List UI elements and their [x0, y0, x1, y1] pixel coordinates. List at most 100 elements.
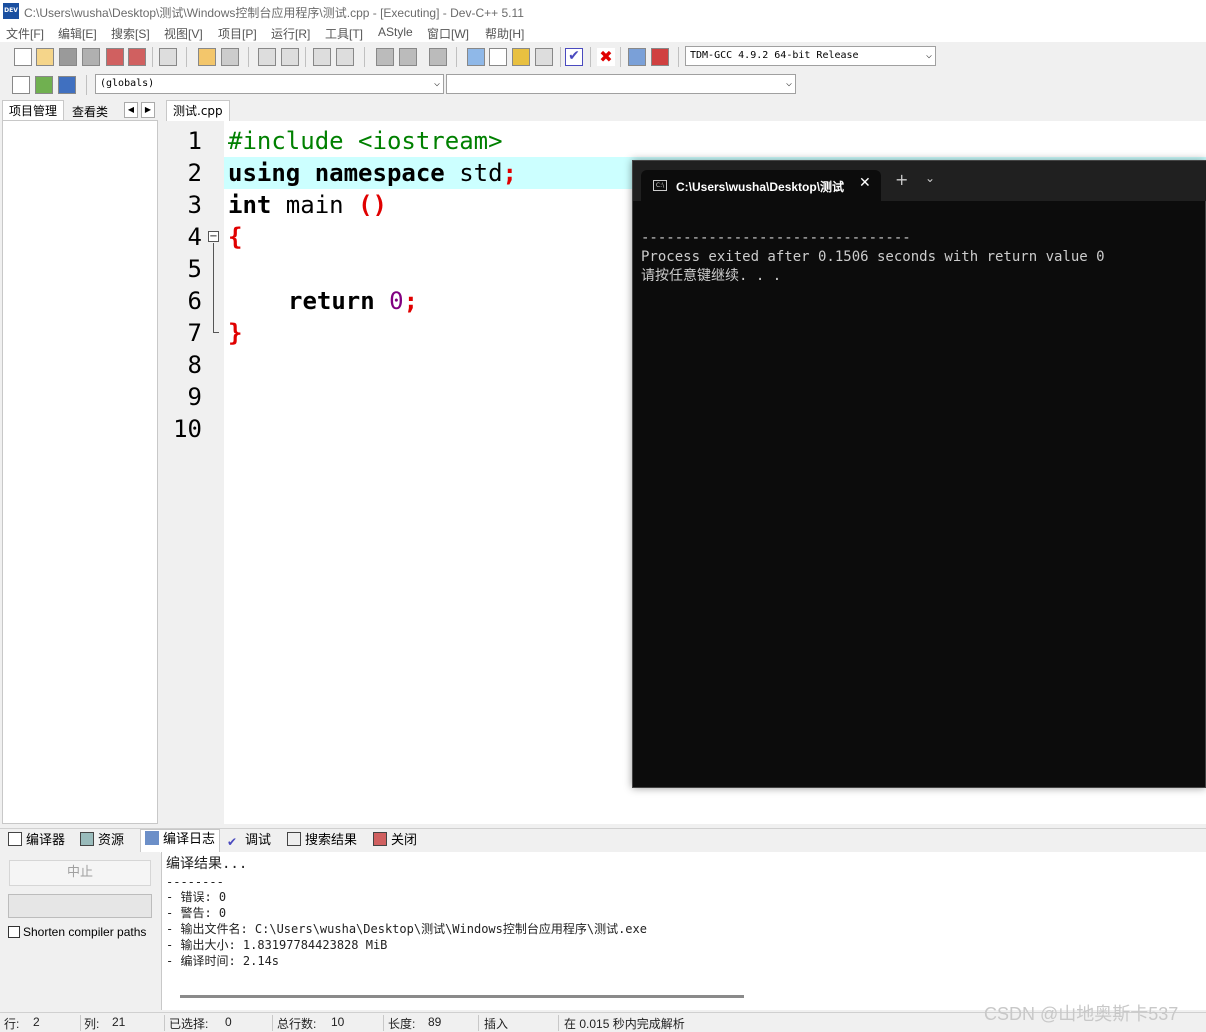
toolbar-separator: [456, 47, 457, 67]
unindent-icon[interactable]: [336, 48, 354, 66]
keyword: int: [228, 191, 272, 219]
log-line: - 错误: 0: [166, 890, 227, 904]
indent-icon[interactable]: [313, 48, 331, 66]
menu-search[interactable]: 搜索[S]: [111, 25, 150, 42]
progress-bar: [8, 894, 152, 918]
console-window[interactable]: C:\ C:\Users\wusha\Desktop\测试 ✕ + ⌄ ----…: [632, 160, 1206, 788]
tab-search-results[interactable]: 搜索结果: [287, 831, 357, 851]
line-number: 2: [187, 159, 202, 187]
tab-compile-log[interactable]: 编译日志: [140, 829, 221, 853]
line-number: 7: [187, 319, 202, 347]
menu-run[interactable]: 运行[R]: [271, 25, 310, 42]
undo-icon[interactable]: [198, 48, 216, 66]
check-icon: ✔: [227, 835, 238, 849]
menu-project[interactable]: 项目[P]: [218, 25, 257, 42]
tab-scroll-right-icon[interactable]: ▶: [141, 102, 155, 118]
close-icon: [373, 832, 387, 846]
print-icon[interactable]: [159, 48, 177, 66]
console-line: 请按任意键继续. . .: [641, 268, 782, 284]
horizontal-scrollbar[interactable]: [180, 995, 744, 998]
stop-execution-icon[interactable]: ✖: [597, 48, 615, 66]
bookmark-prev-icon[interactable]: [376, 48, 394, 66]
menu-astyle[interactable]: AStyle: [378, 25, 413, 39]
function-select[interactable]: ⌵: [446, 74, 796, 94]
project-tree[interactable]: [2, 120, 158, 824]
tab-compiler-label: 编译器: [26, 833, 66, 848]
goto-icon[interactable]: [58, 76, 76, 94]
tab-debug-label: 调试: [245, 833, 272, 848]
redo-icon[interactable]: [221, 48, 239, 66]
syntax-check-icon[interactable]: ✔: [565, 48, 583, 66]
tab-compiler[interactable]: 编译器: [8, 831, 65, 851]
chart-icon[interactable]: [628, 48, 646, 66]
tab-editor-file[interactable]: 测试.cpp: [166, 100, 230, 121]
toggle-icon[interactable]: [35, 76, 53, 94]
stop-button[interactable]: 中止: [9, 860, 151, 886]
profile-icon[interactable]: [651, 48, 669, 66]
console-line: --------------------------------: [641, 230, 911, 246]
tab-project[interactable]: 项目管理: [2, 100, 65, 120]
scope-select[interactable]: (globals) ⌵: [95, 74, 444, 94]
close-icon[interactable]: ✕: [859, 175, 871, 191]
new-file-icon[interactable]: [14, 48, 32, 66]
menu-edit[interactable]: 编辑[E]: [58, 25, 97, 42]
chevron-down-icon: ⌵: [785, 78, 792, 89]
status-row-label: 行:: [4, 1017, 20, 1031]
checkbox-icon[interactable]: [8, 926, 20, 938]
chevron-down-icon[interactable]: ⌄: [925, 171, 935, 185]
fold-collapse-icon[interactable]: −: [208, 231, 219, 242]
open-file-icon[interactable]: [36, 48, 54, 66]
identifier: main: [271, 191, 359, 219]
menu-file[interactable]: 文件[F]: [6, 25, 44, 42]
rebuild-icon[interactable]: [535, 48, 553, 66]
tab-scroll-left-icon[interactable]: ◀: [124, 102, 138, 118]
compile-log[interactable]: 编译结果... -------- - 错误: 0 - 警告: 0 - 输出文件名…: [161, 852, 1206, 1010]
shorten-paths-checkbox[interactable]: Shorten compiler paths: [8, 925, 146, 939]
status-separator: [478, 1015, 479, 1031]
toolbar-separator: [186, 47, 187, 67]
close-all-icon[interactable]: [128, 48, 146, 66]
status-row: 2: [33, 1015, 40, 1029]
resources-icon: [80, 832, 94, 846]
menu-view[interactable]: 视图[V]: [164, 25, 203, 42]
status-total-label: 总行数:: [277, 1017, 317, 1031]
bottom-tabs: 编译器 资源 编译日志 ✔ 调试 搜索结果 关闭: [0, 828, 1206, 853]
goto-line-icon[interactable]: [429, 48, 447, 66]
compile-icon[interactable]: [467, 48, 485, 66]
tab-close[interactable]: 关闭: [373, 831, 417, 851]
tab-classes[interactable]: 查看类: [66, 102, 114, 122]
line-gutter: 1 2 3 4 5 6 7 8 9 10 −: [166, 121, 224, 824]
identifier: std: [444, 159, 503, 187]
console-line: Process exited after 0.1506 seconds with…: [641, 249, 1105, 265]
tab-resources[interactable]: 资源: [80, 831, 124, 851]
tab-debug[interactable]: ✔ 调试: [227, 831, 271, 851]
toolbar-separator: [560, 47, 561, 67]
line-number: 8: [187, 351, 202, 379]
chevron-down-icon: ⌵: [925, 50, 932, 61]
tab-close-label: 关闭: [391, 833, 418, 848]
find-icon[interactable]: [258, 48, 276, 66]
save-icon[interactable]: [59, 48, 77, 66]
menu-tools[interactable]: 工具[T]: [325, 25, 363, 42]
symbol: ;: [403, 287, 419, 315]
toolbar-separator: [590, 47, 591, 67]
menu-bar: 文件[F] 编辑[E] 搜索[S] 视图[V] 项目[P] 运行[R] 工具[T…: [0, 22, 1206, 42]
status-separator: [272, 1015, 273, 1031]
insert-icon[interactable]: [12, 76, 30, 94]
compile-run-icon[interactable]: [512, 48, 530, 66]
keyword: using namespace: [228, 159, 445, 187]
compiler-select[interactable]: TDM-GCC 4.9.2 64-bit Release ⌵: [685, 46, 936, 66]
save-all-icon[interactable]: [82, 48, 100, 66]
line-number: 10: [173, 415, 202, 443]
menu-window[interactable]: 窗口[W]: [427, 25, 469, 42]
menu-help[interactable]: 帮助[H]: [485, 25, 524, 42]
run-icon[interactable]: [489, 48, 507, 66]
replace-icon[interactable]: [281, 48, 299, 66]
new-tab-icon[interactable]: +: [895, 170, 908, 189]
console-tab[interactable]: C:\ C:\Users\wusha\Desktop\测试 ✕: [641, 170, 881, 201]
keyword: return: [288, 287, 375, 315]
window-title: C:\Users\wusha\Desktop\测试\Windows控制台应用程序…: [24, 6, 524, 20]
log-line: - 输出文件名: C:\Users\wusha\Desktop\测试\Windo…: [166, 922, 647, 936]
close-file-icon[interactable]: [106, 48, 124, 66]
bookmark-next-icon[interactable]: [399, 48, 417, 66]
